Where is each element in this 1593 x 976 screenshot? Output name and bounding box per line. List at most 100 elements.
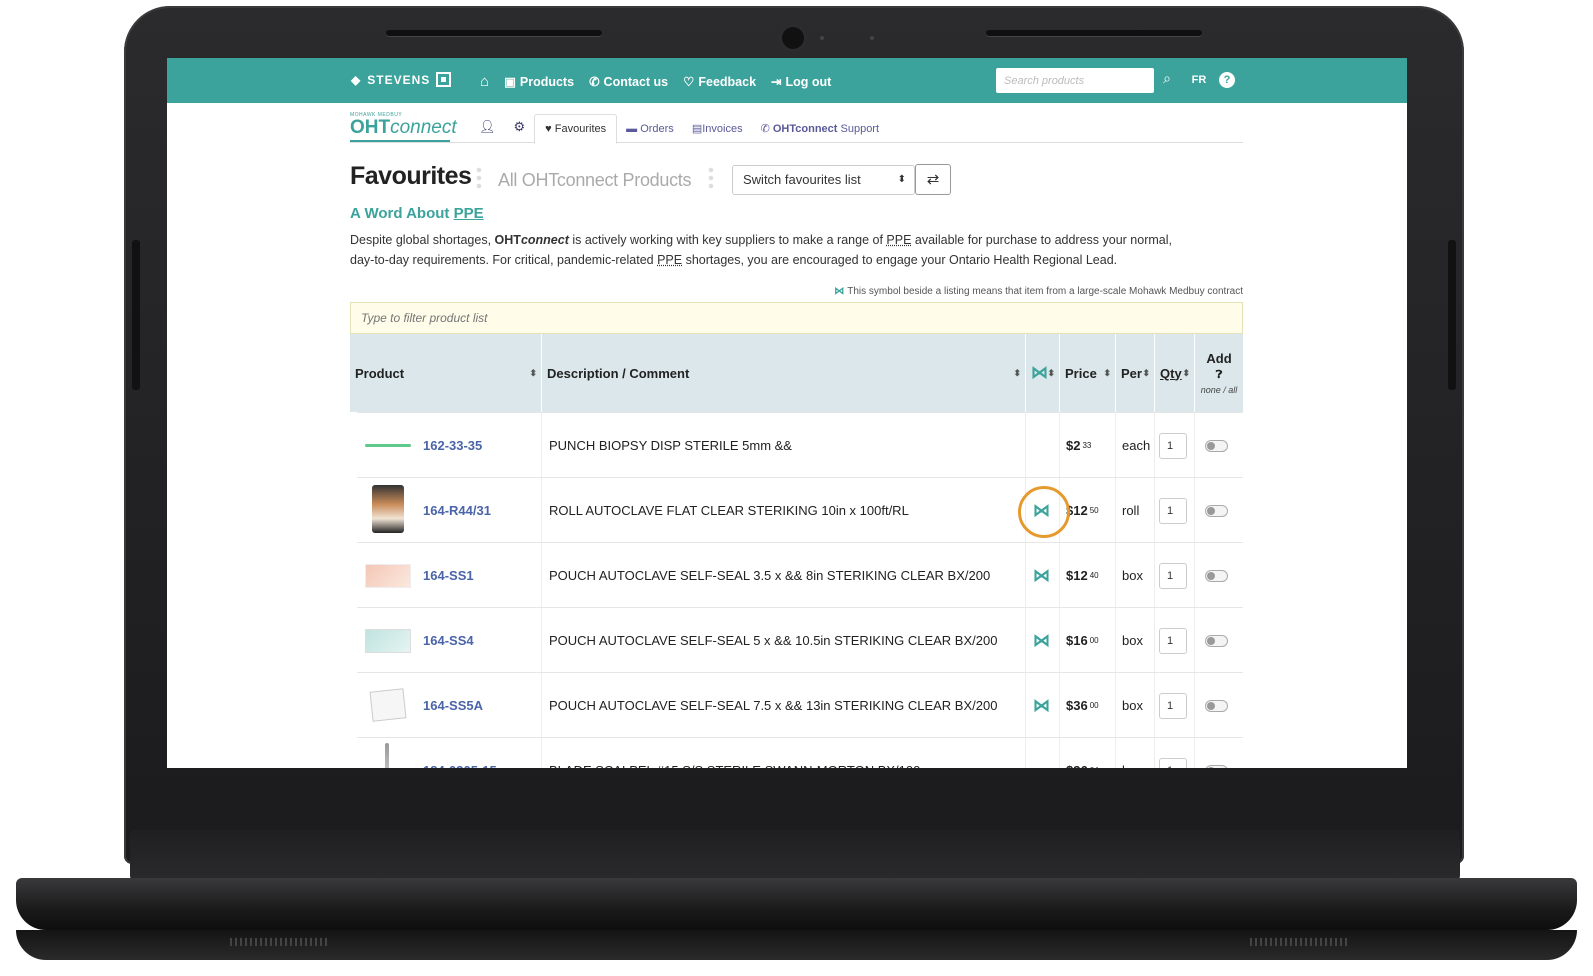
quantity-input[interactable]: 1 xyxy=(1159,757,1187,768)
product-thumbnail[interactable] xyxy=(365,742,411,768)
add-toggle[interactable] xyxy=(1205,504,1228,517)
product-thumbnail[interactable] xyxy=(365,428,411,464)
note-text: This symbol beside a listing means that … xyxy=(847,286,1243,297)
sort-icon: ⬍ xyxy=(1013,367,1021,378)
browser-screen: ◆ STEVENS ⌂ ▣ Products ✆ Contact us ♡ Feedb… xyxy=(167,58,1407,768)
add-toggle[interactable] xyxy=(1205,439,1228,452)
diamond-icon: ◆ xyxy=(351,72,362,87)
add-toggle[interactable] xyxy=(1205,634,1228,647)
contract-bowtie-icon: ⋈ xyxy=(1033,695,1050,715)
para-text: day-to-day requirements. For critical, p… xyxy=(350,253,654,267)
col-qty[interactable]: Qty ⬍ xyxy=(1155,334,1195,412)
product-code-link[interactable]: 184-0305-15 xyxy=(423,763,497,768)
product-cell: 164-SS4 xyxy=(357,608,542,673)
laptop-base xyxy=(16,878,1577,930)
add-cell xyxy=(1195,673,1243,738)
product-cell: 162-33-35 xyxy=(357,413,542,478)
contract-symbol-note: ⋈ This symbol beside a listing means that… xyxy=(350,286,1243,297)
stevens-logo[interactable]: ◆ STEVENS xyxy=(351,72,452,87)
col-contract[interactable]: ⋈ ⬍ xyxy=(1026,334,1060,412)
col-price[interactable]: Price ⬍ xyxy=(1060,334,1116,412)
para-text: available for purchase to address your n… xyxy=(914,233,1172,247)
sort-icon: ⬍ xyxy=(1142,367,1150,378)
switch-favourites-select[interactable]: Switch favourites list ⬍ xyxy=(732,165,915,195)
product-code-link[interactable]: 164-SS4 xyxy=(423,633,474,648)
language-toggle[interactable]: FR xyxy=(1187,70,1211,90)
description-cell: POUCH AUTOCLAVE SELF-SEAL 5 x && 10.5in … xyxy=(542,608,1026,673)
product-code-link[interactable]: 164-R44/31 xyxy=(423,503,491,518)
ohtconnect-logo[interactable]: MOHAWK MEDBUY OHTconnect xyxy=(350,112,457,142)
filter-input[interactable] xyxy=(350,302,1243,334)
tab-invoices[interactable]: ▤Invoices xyxy=(683,122,752,143)
shopping-bag-icon: ▣ xyxy=(504,75,516,89)
description-text: ROLL AUTOCLAVE FLAT CLEAR STERIKING 10in… xyxy=(549,503,909,518)
header-label: Price xyxy=(1065,365,1097,381)
quantity-input[interactable]: 1 xyxy=(1159,627,1187,654)
nav-products[interactable]: ▣ Products xyxy=(504,74,574,89)
bezel-groove-right xyxy=(986,30,1202,36)
quantity-input[interactable]: 1 xyxy=(1159,562,1187,589)
product-cell: 164-R44/31 xyxy=(357,478,542,543)
product-cell: 184-0305-15 xyxy=(357,738,542,768)
laptop-frame: ◆ STEVENS ⌂ ▣ Products ✆ Contact us ♡ Feedb… xyxy=(0,0,1593,976)
price-cell: $16 00 xyxy=(1060,608,1116,673)
quantity-input[interactable]: 1 xyxy=(1159,692,1187,719)
product-code-link[interactable]: 164-SS1 xyxy=(423,568,474,583)
tab-orders[interactable]: ▬ Orders xyxy=(617,123,683,143)
add-toggle[interactable] xyxy=(1205,699,1228,712)
product-thumbnail[interactable] xyxy=(365,623,411,659)
nav-contact[interactable]: ✆ Contact us xyxy=(589,74,668,89)
header-label: Add xyxy=(1206,351,1232,366)
description-cell: PUNCH BIOPSY DISP STERILE 5mm && xyxy=(542,413,1026,478)
ppe-abbr: PPE xyxy=(657,253,683,267)
add-cell xyxy=(1195,608,1243,673)
all-products-link[interactable]: All OHTconnect Products xyxy=(498,170,691,191)
nav-label: Feedback xyxy=(698,75,757,89)
per-unit: each xyxy=(1122,438,1151,453)
description-text: BLADE SCALPEL #15 S/S STERILE SWANN-MORT… xyxy=(549,763,920,768)
product-thumbnail[interactable] xyxy=(365,558,411,594)
table-row: 164-R44/31 ROLL AUTOCLAVE FLAT CLEAR STER… xyxy=(357,477,1243,543)
search-icon[interactable]: ⌕ xyxy=(1157,70,1177,90)
nav-feedback[interactable]: ♡ Feedback xyxy=(683,74,756,89)
quantity-input[interactable]: 1 xyxy=(1159,432,1187,459)
contract-bowtie-icon: ⋈ xyxy=(1033,630,1050,650)
add-none-all[interactable]: none / all xyxy=(1199,385,1239,395)
per-unit: box xyxy=(1122,763,1143,768)
quantity-input[interactable]: 1 xyxy=(1159,497,1187,524)
col-product[interactable]: Product ⬍ xyxy=(350,334,542,412)
select-arrows-icon: ⬍ xyxy=(897,174,906,185)
product-thumbnail[interactable] xyxy=(365,687,411,724)
tab-favourites[interactable]: ♥ Favourites xyxy=(534,114,618,144)
price-cell: $36 00 xyxy=(1060,673,1116,738)
nav-logout[interactable]: ⇥ Log out xyxy=(771,74,831,89)
product-code-link[interactable]: 162-33-35 xyxy=(423,438,482,453)
swap-list-button[interactable]: ⇄ xyxy=(915,164,951,195)
add-toggle[interactable] xyxy=(1205,764,1228,768)
tab-support[interactable]: ✆ OHTconnect Support xyxy=(752,122,888,143)
per-unit: box xyxy=(1122,633,1143,648)
logo-oht: OHT xyxy=(350,117,391,138)
product-thumbnail[interactable] xyxy=(365,484,411,533)
settings-icon[interactable]: ⚙ xyxy=(505,119,535,143)
help-icon[interactable]: ❓︎ xyxy=(1216,369,1223,382)
logout-icon: ⇥ xyxy=(771,75,782,89)
contract-cell: ⋈ xyxy=(1026,673,1060,738)
table-row: 164-SS1 POUCH AUTOCLAVE SELF-SEAL 3.5 x &… xyxy=(357,542,1243,608)
add-toggle[interactable] xyxy=(1205,569,1228,582)
heading-text: A Word About xyxy=(350,205,450,222)
product-cell: 164-SS1 xyxy=(357,543,542,608)
help-icon[interactable]: ? xyxy=(1219,72,1235,88)
home-icon[interactable]: ⌂ xyxy=(480,73,489,90)
col-description[interactable]: Description / Comment ⬍ xyxy=(542,334,1026,412)
col-per[interactable]: Per ⬍ xyxy=(1116,334,1155,412)
price-dollars: $2 xyxy=(1066,438,1081,453)
account-icon[interactable]: 👤︎ xyxy=(470,119,505,143)
header-label: Qty xyxy=(1160,365,1182,381)
product-code-link[interactable]: 164-SS5A xyxy=(423,698,483,713)
price-cents: 04 xyxy=(1090,766,1099,768)
webcam-icon xyxy=(782,27,804,49)
qty-cell: 1 xyxy=(1155,608,1195,673)
search-input[interactable] xyxy=(996,68,1154,93)
contract-bowtie-icon: ⋈ xyxy=(1033,565,1050,585)
